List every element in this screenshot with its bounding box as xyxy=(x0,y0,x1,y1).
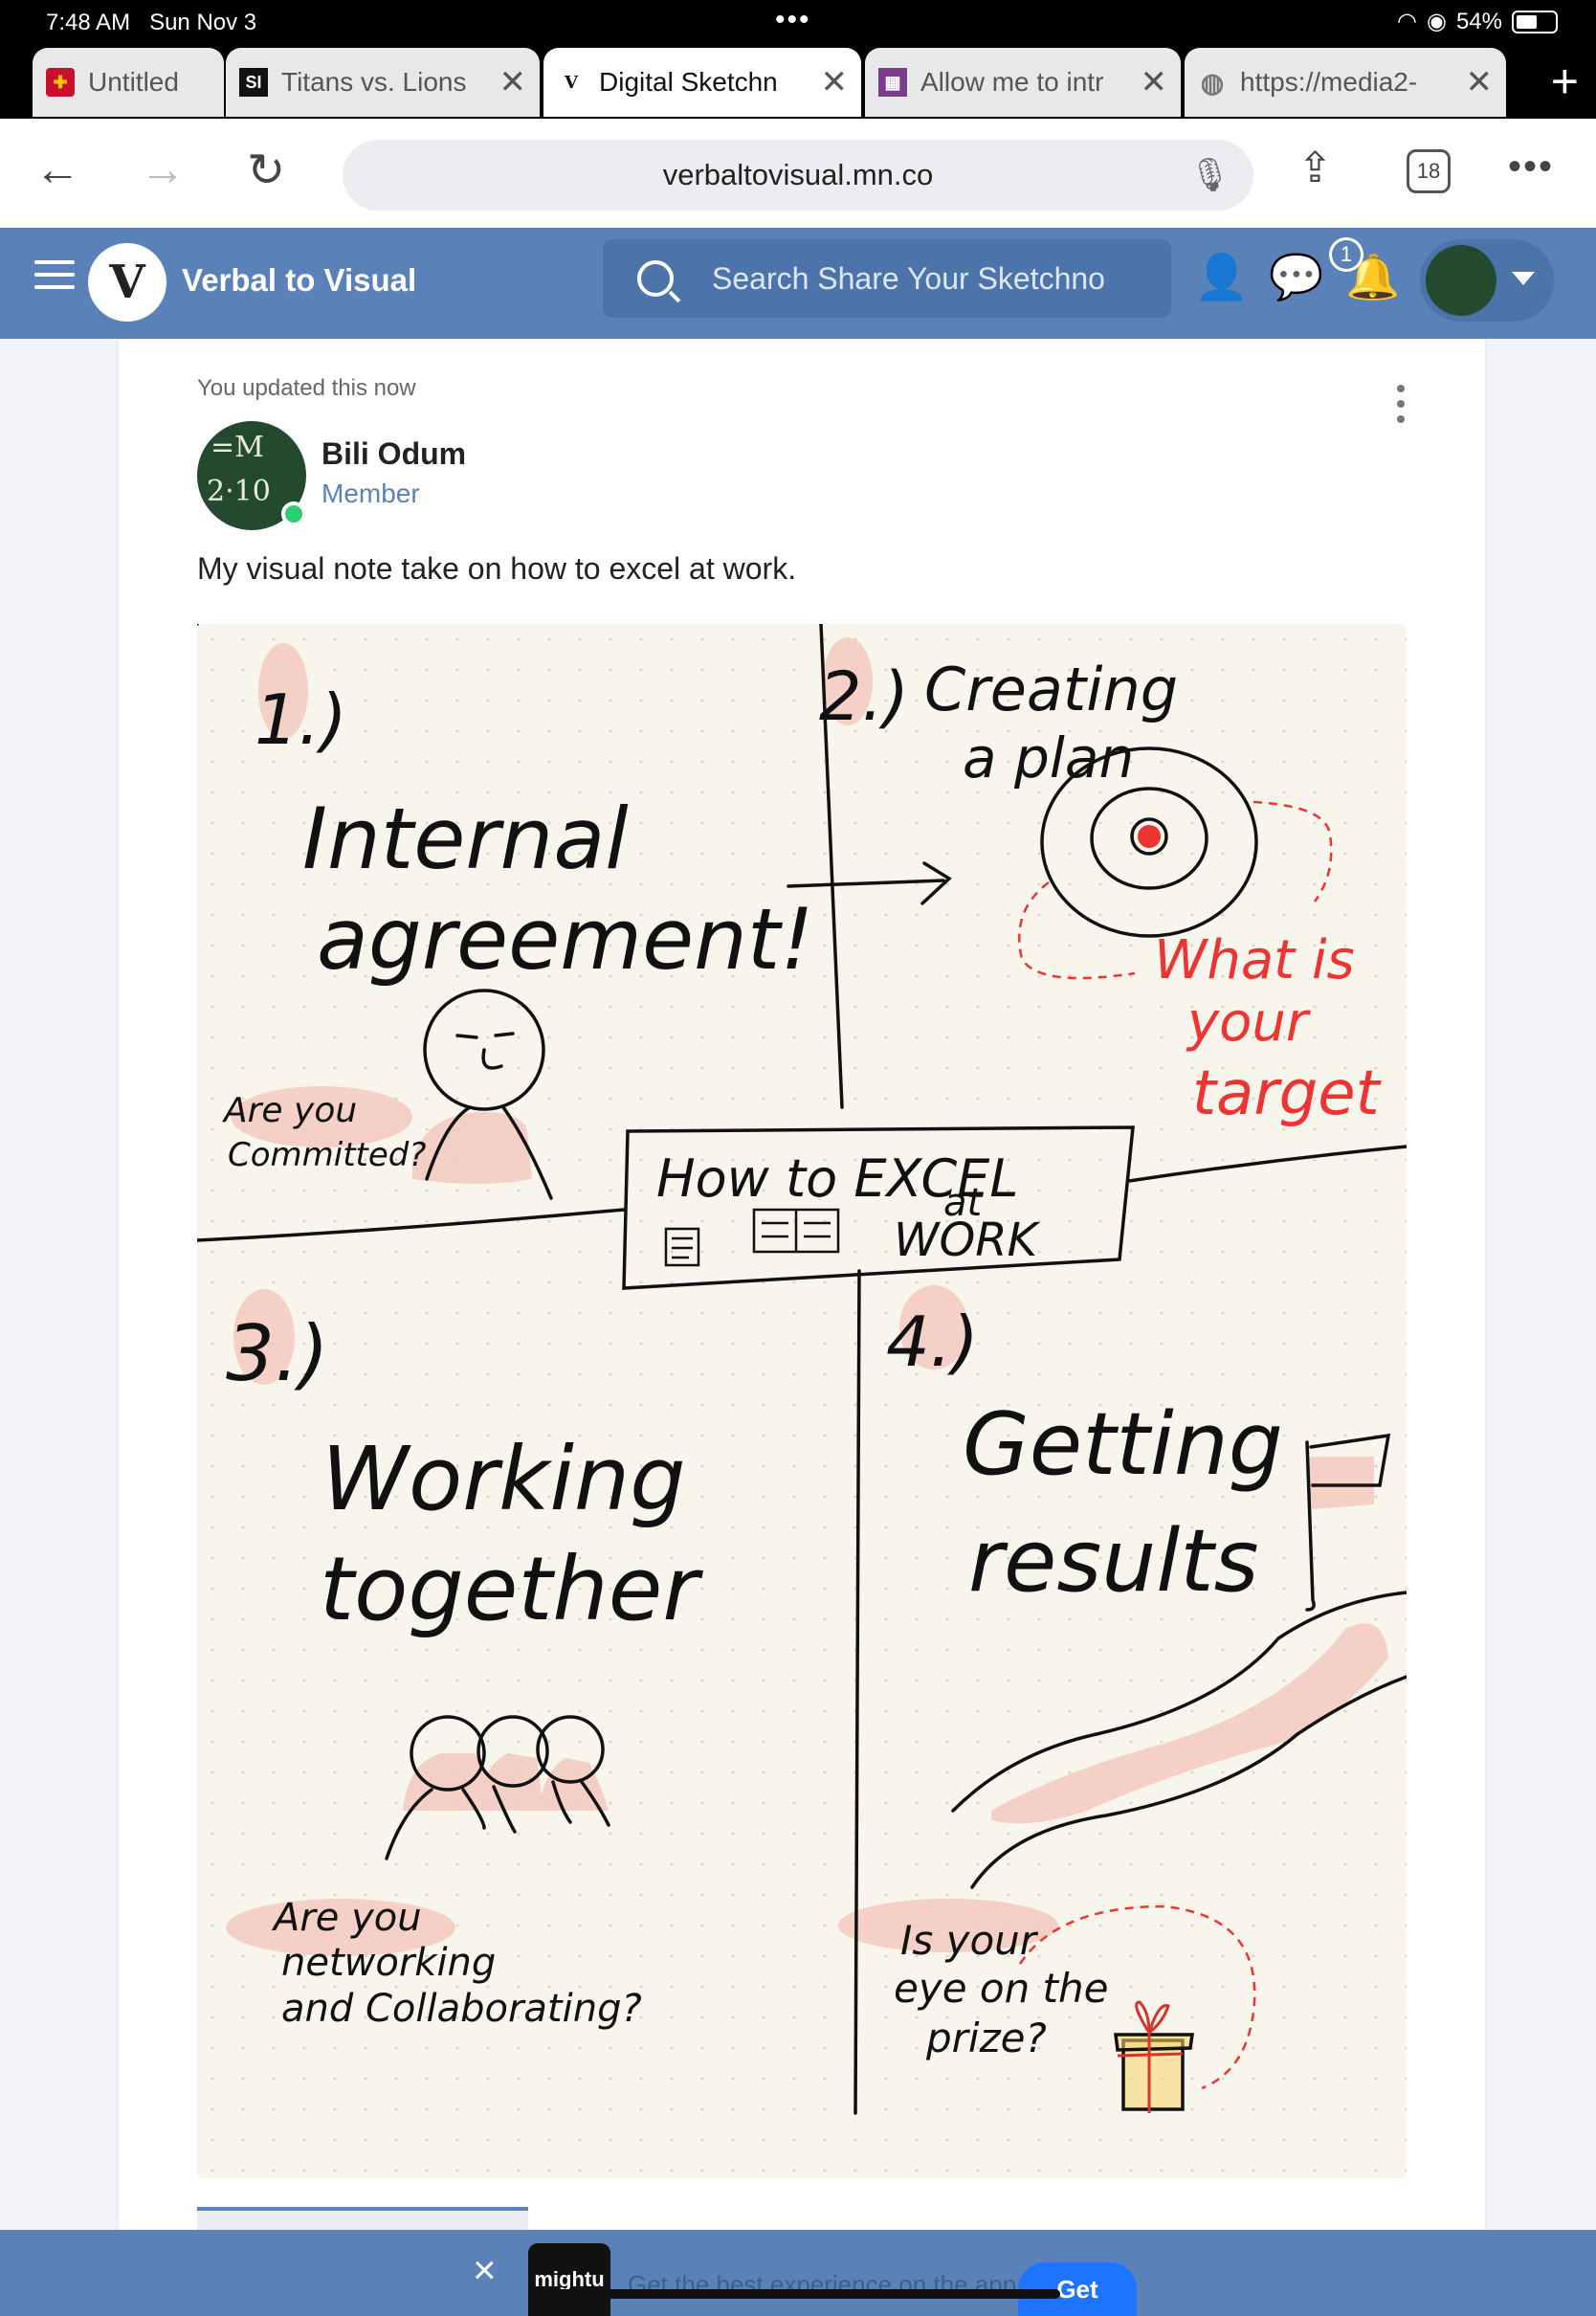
avatar xyxy=(1426,245,1496,316)
notepad-icon xyxy=(664,1208,840,1267)
quadrant-4-number: 4.) xyxy=(886,1302,979,1382)
v-logo-icon: V xyxy=(565,72,578,93)
quadrant-3-question-line1: Are you xyxy=(271,1896,422,1940)
search-icon xyxy=(637,260,674,297)
space-tab-strip[interactable] xyxy=(197,2207,528,2230)
quadrant-1-question-line1: Are you xyxy=(222,1091,357,1130)
wifi-icon: ◠ xyxy=(1397,9,1417,34)
chevron-down-icon xyxy=(1512,272,1535,285)
close-tab-icon[interactable]: ✕ xyxy=(1141,63,1168,101)
quadrant-2-note-line3: target xyxy=(1192,1058,1383,1129)
share-icon[interactable]: ⇪ xyxy=(1297,144,1333,192)
close-tab-icon[interactable]: ✕ xyxy=(1466,63,1494,101)
quadrant-2-note-line1: What is xyxy=(1154,929,1355,991)
quadrant-2-note-line2: your xyxy=(1186,991,1311,1054)
address-bar-row: ← → ↻ verbaltovisual.mn.co 🎙 ⇪ 18 ••• xyxy=(0,119,1596,228)
author-role: Member xyxy=(321,479,420,508)
close-tab-icon[interactable]: ✕ xyxy=(821,63,849,101)
microphone-icon[interactable]: 🎙 xyxy=(1189,140,1230,211)
back-arrow-icon[interactable]: ← xyxy=(34,144,80,196)
search-input[interactable]: Search Share Your Sketchno xyxy=(603,239,1171,318)
author-name[interactable]: Bili Odum xyxy=(321,436,466,472)
sketchnote-drawing: 1.) Internal agreement! Are you Committe… xyxy=(197,624,1407,2115)
more-options-icon[interactable]: ••• xyxy=(1508,145,1554,189)
hamburger-menu-icon[interactable] xyxy=(34,260,75,298)
quadrant-1-title-line2: agreement! xyxy=(317,890,814,989)
quadrant-2-title-line2: a plan xyxy=(963,725,1134,791)
tab-allow-me[interactable]: ▦ Allow me to intr ✕ xyxy=(865,48,1181,117)
site-logo[interactable]: V xyxy=(88,243,166,322)
tab-count-button[interactable]: 18 xyxy=(1407,149,1451,193)
battery-icon xyxy=(1512,10,1558,33)
home-indicator[interactable] xyxy=(538,2289,1060,2299)
image-favicon-icon: ▦ xyxy=(878,68,907,97)
status-time: 7:48 AM Sun Nov 3 xyxy=(46,10,257,35)
close-tab-icon[interactable]: ✕ xyxy=(499,63,527,101)
si-logo-icon: SI xyxy=(239,68,268,97)
add-member-icon[interactable]: 👤 xyxy=(1194,251,1249,303)
tab-media-url[interactable]: ◍ https://media2- ✕ xyxy=(1185,48,1506,117)
quadrant-3-question-line2: networking xyxy=(281,1941,496,1985)
quadrant-2-title-line1: Creating xyxy=(924,655,1178,724)
status-bar: 7:48 AM Sun Nov 3 ••• ◠ ◉ 54% xyxy=(0,0,1596,46)
quadrant-4-title-line2: results xyxy=(968,1511,1259,1612)
post-card: You updated this now =M 2·10 Bili Odum M… xyxy=(119,339,1485,2230)
quadrant-4-question-line1: Is your xyxy=(900,1917,1039,1964)
quadrant-2-number: 2.) xyxy=(819,657,909,736)
bell-icon[interactable]: 🔔 xyxy=(1345,251,1400,303)
reload-icon[interactable]: ↻ xyxy=(247,144,285,197)
status-right: ◠ ◉ 54% xyxy=(1397,8,1558,35)
search-placeholder: Search Share Your Sketchno xyxy=(712,261,1105,296)
tab-titans-vs-lions[interactable]: SI Titans vs. Lions ✕ xyxy=(226,48,540,117)
quadrant-1-title-line1: Internal xyxy=(302,790,629,888)
url-field[interactable]: verbaltovisual.mn.co 🎙 xyxy=(343,140,1253,211)
online-status-dot xyxy=(281,501,306,526)
forward-arrow-icon[interactable]: → xyxy=(140,144,186,196)
battery-percent: 54% xyxy=(1455,8,1502,34)
quadrant-3-title-line1: Working xyxy=(321,1428,686,1530)
quadrant-1-number: 1.) xyxy=(255,679,347,760)
new-tab-button[interactable]: + xyxy=(1551,54,1579,109)
chat-icon[interactable]: 💬 xyxy=(1269,251,1323,303)
quadrant-4-question-line2: eye on the xyxy=(894,1965,1108,2012)
quadrant-4-question-line3: prize? xyxy=(925,2015,1047,2061)
url-text: verbaltovisual.mn.co xyxy=(662,158,934,191)
center-title-line3: WORK xyxy=(894,1214,1041,1267)
tab-digital-sketchnotes[interactable]: V Digital Sketchn ✕ xyxy=(543,48,861,117)
sketchnote-image[interactable]: 1.) Internal agreement! Are you Committe… xyxy=(197,624,1407,2178)
site-name[interactable]: Verbal to Visual xyxy=(182,262,416,299)
quadrant-1-question-line2: Committed? xyxy=(228,1136,426,1174)
quadrant-3-question-line3: and Collaborating? xyxy=(281,1987,642,2031)
tab-untitled[interactable]: ✚ Untitled xyxy=(33,48,224,117)
quadrant-4-title-line1: Getting xyxy=(963,1394,1283,1495)
profile-menu[interactable] xyxy=(1420,239,1554,322)
shield-icon: ✚ xyxy=(46,68,75,97)
app-logo: mightu xyxy=(528,2243,610,2316)
browser-tab-bar: ✚ Untitled SI Titans vs. Lions ✕ V Digit… xyxy=(0,46,1596,119)
close-banner-icon[interactable]: × xyxy=(473,2247,497,2293)
quadrant-3-number: 3.) xyxy=(226,1309,329,1398)
multitasking-dots[interactable]: ••• xyxy=(775,4,811,36)
globe-icon: ◍ xyxy=(1200,67,1225,98)
orientation-lock-icon: ◉ xyxy=(1427,9,1447,34)
quadrant-3-title-line2: together xyxy=(320,1538,703,1640)
post-meta: You updated this now xyxy=(197,375,416,401)
site-header: V Verbal to Visual Search Share Your Ske… xyxy=(0,228,1596,339)
app-download-banner: × mightu Get the best experience on the … xyxy=(0,2230,1596,2316)
post-options-icon[interactable] xyxy=(1397,385,1407,431)
post-text: My visual note take on how to excel at w… xyxy=(197,551,797,586)
